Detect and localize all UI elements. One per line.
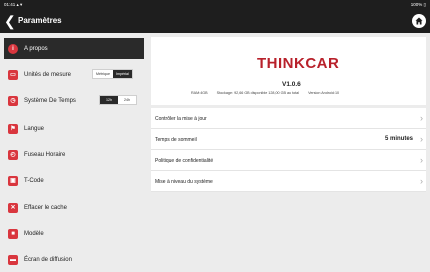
row-label: Mise à niveau du système <box>155 179 213 185</box>
sidebar-item-timezone[interactable]: ◴ Fuseau Horaire <box>4 144 144 165</box>
language-icon: ⚑ <box>8 123 18 134</box>
storage-info: Stockage: 92,66 GB disponible 128,00 GB … <box>216 91 300 95</box>
status-bar: 01:41 ▴ ▾ 100% ▯ <box>0 0 430 10</box>
info-icon: i <box>8 43 18 54</box>
time-option-24h[interactable]: 24h <box>118 96 136 104</box>
privacy-policy-row[interactable]: Politique de confidentialité › <box>151 150 426 171</box>
sleep-time-row[interactable]: Temps de sommeil 5 minutes › <box>151 129 426 150</box>
version-label: V1.0.6 <box>282 81 301 88</box>
brand-logo: THINKCAR <box>257 55 340 72</box>
units-option-metric[interactable]: Métrique <box>93 70 113 78</box>
chevron-right-icon: › <box>420 113 423 123</box>
tcode-icon: ▣ <box>8 175 18 186</box>
check-update-row[interactable]: Contrôler la mise à jour › <box>151 108 426 129</box>
trash-icon: ✕ <box>8 202 18 213</box>
home-icon <box>415 17 423 25</box>
units-option-imperial[interactable]: Impérial <box>112 70 132 78</box>
device-info: RAM:4GB Stockage: 92,66 GB disponible 12… <box>191 91 347 95</box>
about-panel: THINKCAR V1.0.6 RAM:4GB Stockage: 92,66 … <box>151 37 426 272</box>
sidebar-item-screen-cast[interactable]: ▬ Écran de diffusion <box>4 249 144 270</box>
sidebar-item-label: Système De Temps <box>24 97 76 104</box>
sidebar-item-language[interactable]: ⚑ Langue <box>4 118 144 139</box>
page-title: Paramètres <box>18 16 62 25</box>
sidebar-item-model[interactable]: ■ Modèle <box>4 223 144 244</box>
sleep-time-value: 5 minutes <box>384 136 413 142</box>
chevron-right-icon: › <box>420 134 423 144</box>
sidebar-item-label: Fuseau Horaire <box>24 151 66 158</box>
sidebar-item-label: Langue <box>24 125 45 132</box>
sidebar-item-label: Modèle <box>24 230 44 237</box>
ram-info: RAM:4GB <box>191 91 208 95</box>
screen-cast-icon: ▬ <box>8 254 18 265</box>
system-upgrade-row[interactable]: Mise à niveau du système › <box>151 171 426 192</box>
sidebar-item-clear-cache[interactable]: ✕ Effacer le cache <box>4 197 144 218</box>
battery-indicator: 100% ▯ <box>410 2 426 7</box>
brand-card: THINKCAR V1.0.6 RAM:4GB Stockage: 92,66 … <box>151 37 426 105</box>
chevron-right-icon: › <box>420 176 423 186</box>
chevron-right-icon: › <box>420 155 423 165</box>
sidebar-item-label: Unités de mesure <box>24 71 72 78</box>
sidebar-item-tcode[interactable]: ▣ T-Code <box>4 170 144 191</box>
home-button[interactable] <box>412 14 426 28</box>
row-label: Temps de sommeil <box>155 137 197 143</box>
sidebar-item-label: Effacer le cache <box>24 204 67 211</box>
top-bar: ❮ Paramètres <box>0 10 430 33</box>
status-time: 01:41 ▴ ▾ <box>4 2 23 7</box>
clock-icon: ◷ <box>8 95 18 106</box>
settings-sidebar: i A propos ▭ Unités de mesure Métrique I… <box>0 33 148 272</box>
back-arrow-icon[interactable]: ❮ <box>4 13 16 29</box>
units-toggle[interactable]: Métrique Impérial <box>92 69 133 79</box>
settings-list: Contrôler la mise à jour › Temps de somm… <box>151 108 426 192</box>
units-icon: ▭ <box>8 69 18 80</box>
sidebar-item-label: Écran de diffusion <box>24 256 72 263</box>
sidebar-item-label: A propos <box>24 45 48 52</box>
time-option-12h[interactable]: 12h <box>100 96 118 104</box>
timezone-icon: ◴ <box>8 149 18 160</box>
row-label: Contrôler la mise à jour <box>155 116 207 122</box>
android-version-info: Version Android:10 <box>308 91 340 95</box>
row-label: Politique de confidentialité <box>155 158 214 164</box>
sidebar-item-about[interactable]: i A propos <box>4 38 144 59</box>
sidebar-item-label: T-Code <box>24 177 44 184</box>
time-format-toggle[interactable]: 12h 24h <box>99 95 137 105</box>
model-icon: ■ <box>8 228 18 239</box>
